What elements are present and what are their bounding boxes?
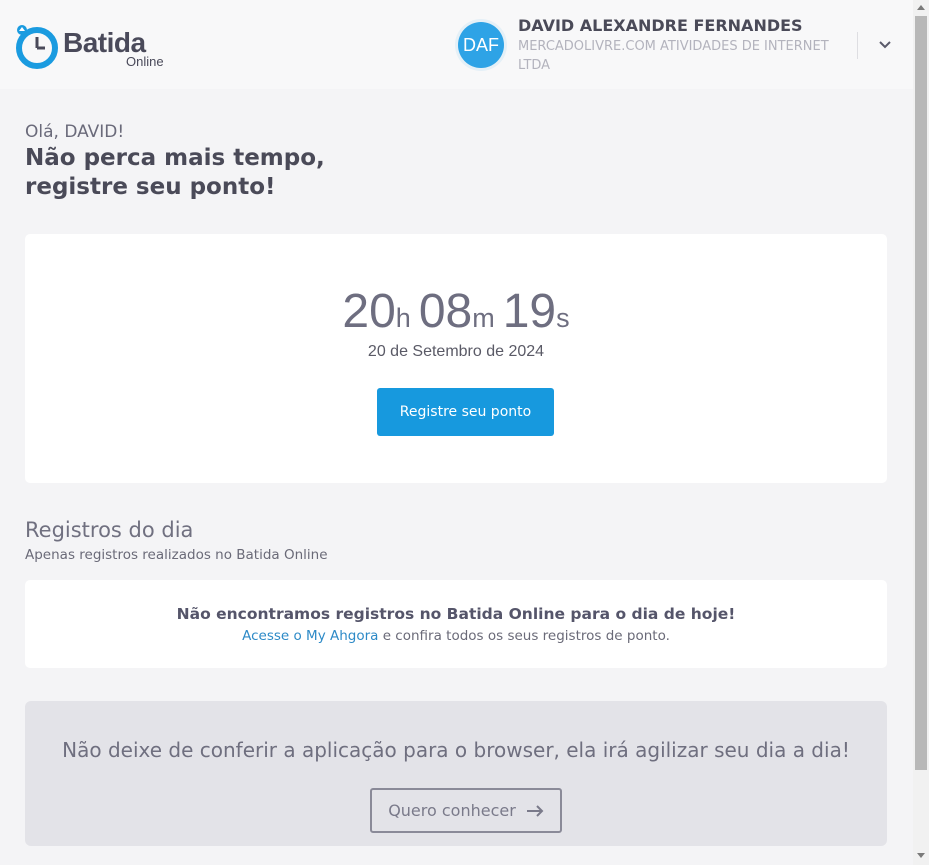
app-header: Batida Online DAF DAVID ALEXANDRE FERNAN… bbox=[0, 0, 913, 89]
user-company: MERCADOLIVRE.COM ATIVIDADES DE INTERNET … bbox=[518, 39, 829, 73]
scroll-down-arrow-icon[interactable] bbox=[917, 853, 925, 858]
register-point-button[interactable]: Registre seu ponto bbox=[377, 388, 554, 436]
records-link-suffix: e confira todos os seus registros de pon… bbox=[378, 628, 670, 644]
clock-logo-icon bbox=[16, 25, 58, 69]
clock-minutes-unit: m bbox=[472, 303, 495, 333]
scroll-up-arrow-icon[interactable] bbox=[917, 5, 925, 10]
clock-hours-unit: h bbox=[395, 303, 411, 333]
promo-text: Não deixe de conferir a aplicação para o… bbox=[62, 738, 850, 762]
clock-display: 20h 08m 19s bbox=[25, 284, 887, 339]
clock-hours: 20 bbox=[342, 285, 396, 338]
headline-line-1: Não perca mais tempo, bbox=[25, 145, 325, 171]
clock-minutes: 08 bbox=[418, 285, 473, 338]
records-subtitle: Apenas registros realizados no Batida On… bbox=[25, 547, 328, 563]
greeting: Olá, DAVID! bbox=[25, 122, 125, 142]
header-divider bbox=[857, 32, 858, 59]
records-link-line: Acesse o My Ahgora e confira todos os se… bbox=[25, 628, 887, 644]
chevron-down-icon[interactable] bbox=[876, 36, 894, 54]
user-name: DAVID ALEXANDRE FERNANDES bbox=[518, 16, 803, 35]
avatar[interactable]: DAF bbox=[458, 22, 504, 68]
clock-seconds: 19 bbox=[502, 285, 557, 338]
scrollbar-thumb[interactable] bbox=[915, 16, 927, 770]
learn-more-button[interactable]: Quero conhecer bbox=[370, 788, 562, 833]
current-date: 20 de Setembro de 2024 bbox=[367, 343, 545, 360]
clock-card: 20h 08m 19s 20 de Setembro de 2024 Registr… bbox=[25, 234, 887, 483]
arrow-right-icon bbox=[526, 804, 544, 817]
records-title: Registros do dia bbox=[25, 518, 194, 542]
promo-banner: Não deixe de conferir a aplicação para o… bbox=[25, 701, 887, 846]
page-title: Não perca mais tempo, registre seu ponto… bbox=[25, 144, 425, 202]
empty-records-message: Não encontramos registros no Batida Onli… bbox=[176, 605, 736, 623]
clock-seconds-unit: s bbox=[556, 303, 570, 333]
records-card: Não encontramos registros no Batida Onli… bbox=[25, 580, 887, 668]
my-ahgora-link[interactable]: Acesse o My Ahgora bbox=[242, 628, 378, 644]
logo-subtext: Online bbox=[126, 54, 164, 69]
batida-logo[interactable]: Batida Online bbox=[14, 20, 164, 72]
learn-more-label: Quero conhecer bbox=[388, 801, 516, 820]
headline-line-2: registre seu ponto! bbox=[25, 174, 276, 200]
